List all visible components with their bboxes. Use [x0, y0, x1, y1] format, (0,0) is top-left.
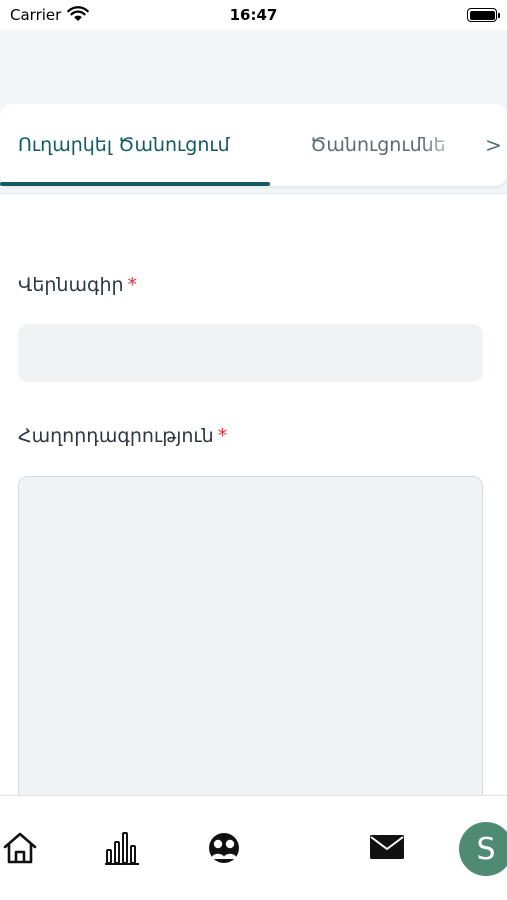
stats-icon[interactable]: [105, 830, 141, 866]
title-label: Վերնագիր *: [18, 274, 137, 296]
tab-send-notification[interactable]: Ուղարկել Ծանուցում: [18, 104, 230, 186]
message-label-text: Հաղորդագրություն: [18, 425, 214, 447]
avatar-initial: S: [476, 831, 496, 867]
clock: 16:47: [229, 6, 278, 24]
title-label-text: Վերնագիր: [18, 274, 124, 296]
title-input[interactable]: [18, 324, 483, 382]
required-mark: *: [127, 274, 138, 296]
header-title-peek: [18, 52, 258, 60]
tab-scroll-next-button[interactable]: >: [480, 104, 507, 186]
tab-send-notification-label: Ուղարկել Ծանուցում: [18, 134, 230, 156]
home-icon[interactable]: [2, 830, 38, 866]
mail-icon[interactable]: [369, 834, 405, 860]
screen: Carrier 16:47 Ուղարկել Ծանուցում Ծանուցո…: [0, 0, 507, 900]
avatar[interactable]: S: [459, 822, 507, 876]
required-mark: *: [217, 425, 228, 447]
chevron-right-icon: >: [485, 133, 502, 157]
message-label: Հաղորդագրություն *: [18, 425, 227, 447]
battery-icon: [467, 8, 500, 22]
message-textarea[interactable]: [18, 476, 483, 806]
tab-bar: Ուղարկել Ծանուցում Ծանուցումնե >: [0, 104, 507, 186]
status-bar: Carrier 16:47: [0, 0, 507, 30]
header-band: Ուղարկել Ծանուցում Ծանուցումնե >: [0, 30, 507, 194]
active-tab-indicator: [0, 182, 270, 186]
community-icon[interactable]: [206, 832, 242, 864]
tab-fade-overlay: [420, 114, 465, 176]
bottom-nav: S: [0, 795, 507, 900]
